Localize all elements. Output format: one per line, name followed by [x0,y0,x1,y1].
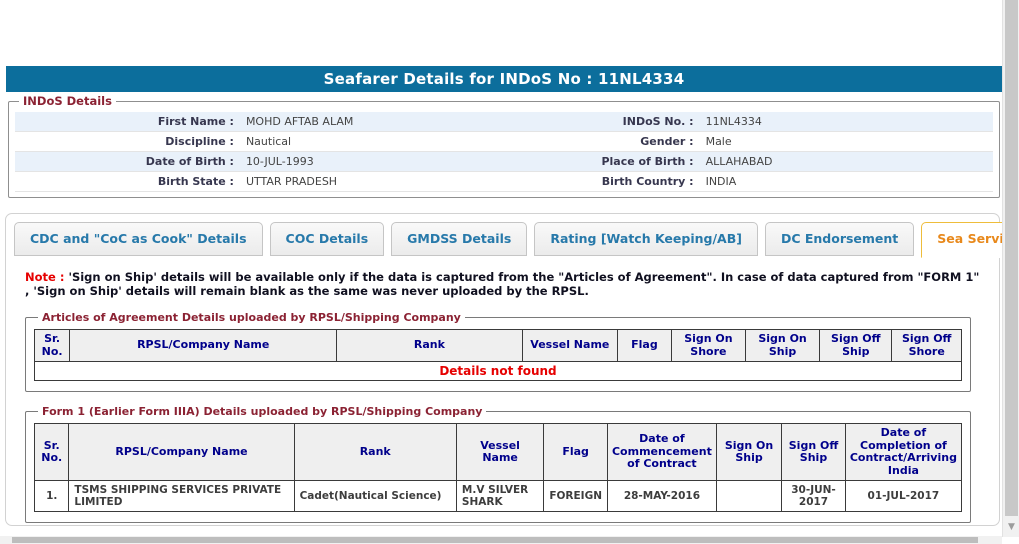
form1-header-rpsl-company-name: RPSL/Company Name [68,423,295,481]
form1-cell-date-of-commencement: 28-MAY-2016 [606,480,717,512]
form1-cell-flag: FOREIGN [543,480,608,512]
tab-rating-watch-keeping-ab[interactable]: Rating [Watch Keeping/AB] [534,222,758,256]
birth-country-label: Birth Country : [523,171,700,192]
indos-details-grid: First Name : MOHD AFTAB ALAM INDoS No. :… [15,112,993,192]
form1-header-date-of-completion: Date of Completion of Contract/Arriving … [844,423,963,481]
note-body: 'Sign on Ship' details will be available… [25,270,980,298]
indos-row-2: Discipline : Nautical Gender : Male [15,131,993,152]
form1-header-flag: Flag [543,423,608,481]
first-name-label: First Name : [15,112,240,132]
articles-header-sign-on-shore: Sign On Shore [670,329,746,362]
indos-no-value: 11NL4334 [699,112,993,132]
articles-of-agreement-legend: Articles of Agreement Details uploaded b… [42,311,461,324]
tab-cdc-and-coc-as-cook-details[interactable]: CDC and "CoC as Cook" Details [14,222,263,256]
tab-gmdss-details[interactable]: GMDSS Details [391,222,528,256]
date-of-birth-label: Date of Birth : [15,151,240,172]
scroll-down-arrow-icon[interactable]: ▼ [1003,519,1019,535]
articles-header-sign-on-ship: Sign On Ship [744,329,821,362]
page-title: Seafarer Details for INDoS No : 11NL4334 [323,70,685,88]
tab-panel-container: CDC and "CoC as Cook" Details COC Detail… [5,213,1019,526]
indos-no-label: INDoS No. : [523,112,700,132]
form1-header-sr-no: Sr. No. [33,423,70,481]
tab-coc-details[interactable]: COC Details [269,222,385,256]
form1-table: Sr. No. RPSL/Company Name Rank Vessel Na… [33,423,963,512]
birth-state-value: UTTAR PRADESH [239,171,524,192]
birth-country-value: INDIA [699,171,993,192]
form1-header-row: Sr. No. RPSL/Company Name Rank Vessel Na… [33,423,963,481]
articles-header-sign-off-ship: Sign Off Ship [819,329,893,362]
form1-cell-sign-off-ship: 30-JUN-2017 [781,480,846,512]
form1-cell-vessel-name: M.V SILVER SHARK [455,480,545,512]
indos-row-1: First Name : MOHD AFTAB ALAM INDoS No. :… [15,112,993,132]
vertical-scrollbar-thumb[interactable] [1005,0,1018,516]
form1-cell-date-of-completion: 01-JUL-2017 [844,480,963,512]
tab-dc-endorsement[interactable]: DC Endorsement [764,222,915,256]
place-of-birth-label: Place of Birth : [523,151,700,172]
form1-header-date-of-commencement: Date of Commencement of Contract [606,423,717,481]
form1-fieldset: Form 1 (Earlier Form IIIA) Details uploa… [25,405,971,523]
form1-header-rank: Rank [293,423,457,481]
note-text: Note : 'Sign on Ship' details will be av… [25,270,983,298]
indos-row-4: Birth State : UTTAR PRADESH Birth Countr… [15,171,993,192]
note-prefix: Note : [25,270,65,284]
articles-header-rank: Rank [336,329,523,362]
articles-of-agreement-fieldset: Articles of Agreement Details uploaded b… [25,311,971,392]
horizontal-scrollbar-thumb[interactable] [12,537,978,543]
tab-bar: CDC and "CoC as Cook" Details COC Detail… [6,214,1019,258]
birth-state-label: Birth State : [15,171,240,192]
form1-header-sign-off-ship: Sign Off Ship [781,423,846,481]
articles-header-sr-no: Sr. No. [33,329,71,362]
form1-header-vessel-name: Vessel Name [455,423,545,481]
articles-empty-message: Details not found [34,361,962,381]
form1-cell-sign-on-ship [715,480,783,512]
discipline-label: Discipline : [15,131,240,152]
articles-of-agreement-table: Sr. No. RPSL/Company Name Rank Vessel Na… [33,329,962,381]
indos-details-legend: INDoS Details [23,94,112,108]
form1-header-sign-on-ship: Sign On Ship [715,423,783,481]
indos-row-3: Date of Birth : 10-JUL-1993 Place of Bir… [15,151,993,172]
articles-header-vessel-name: Vessel Name [521,329,619,362]
gender-label: Gender : [523,131,700,152]
date-of-birth-value: 10-JUL-1993 [239,151,524,172]
articles-header-row: Sr. No. RPSL/Company Name Rank Vessel Na… [33,329,962,362]
indos-details-fieldset: INDoS Details First Name : MOHD AFTAB AL… [8,94,1000,198]
articles-header-rpsl-company-name: RPSL/Company Name [69,329,338,362]
articles-empty-row: Details not found [34,361,962,381]
form1-cell-rpsl-company-name: TSMS SHIPPING SERVICES PRIVATE LIMITED [68,480,295,512]
horizontal-scrollbar[interactable] [0,536,1002,544]
form1-cell-rank: Cadet(Nautical Science) [293,480,457,512]
gender-value: Male [699,131,993,152]
place-of-birth-value: ALLAHABAD [699,151,993,172]
form1-data-row: 1. TSMS SHIPPING SERVICES PRIVATE LIMITE… [33,480,963,512]
discipline-value: Nautical [239,131,524,152]
articles-header-sign-off-shore: Sign Off Shore [891,329,962,362]
form1-cell-sr-no: 1. [33,480,70,512]
vertical-scrollbar[interactable]: ▼ [1002,0,1019,537]
page-title-bar: Seafarer Details for INDoS No : 11NL4334 [6,66,1002,92]
first-name-value: MOHD AFTAB ALAM [239,112,524,132]
articles-header-flag: Flag [617,329,672,362]
form1-legend: Form 1 (Earlier Form IIIA) Details uploa… [42,405,483,418]
